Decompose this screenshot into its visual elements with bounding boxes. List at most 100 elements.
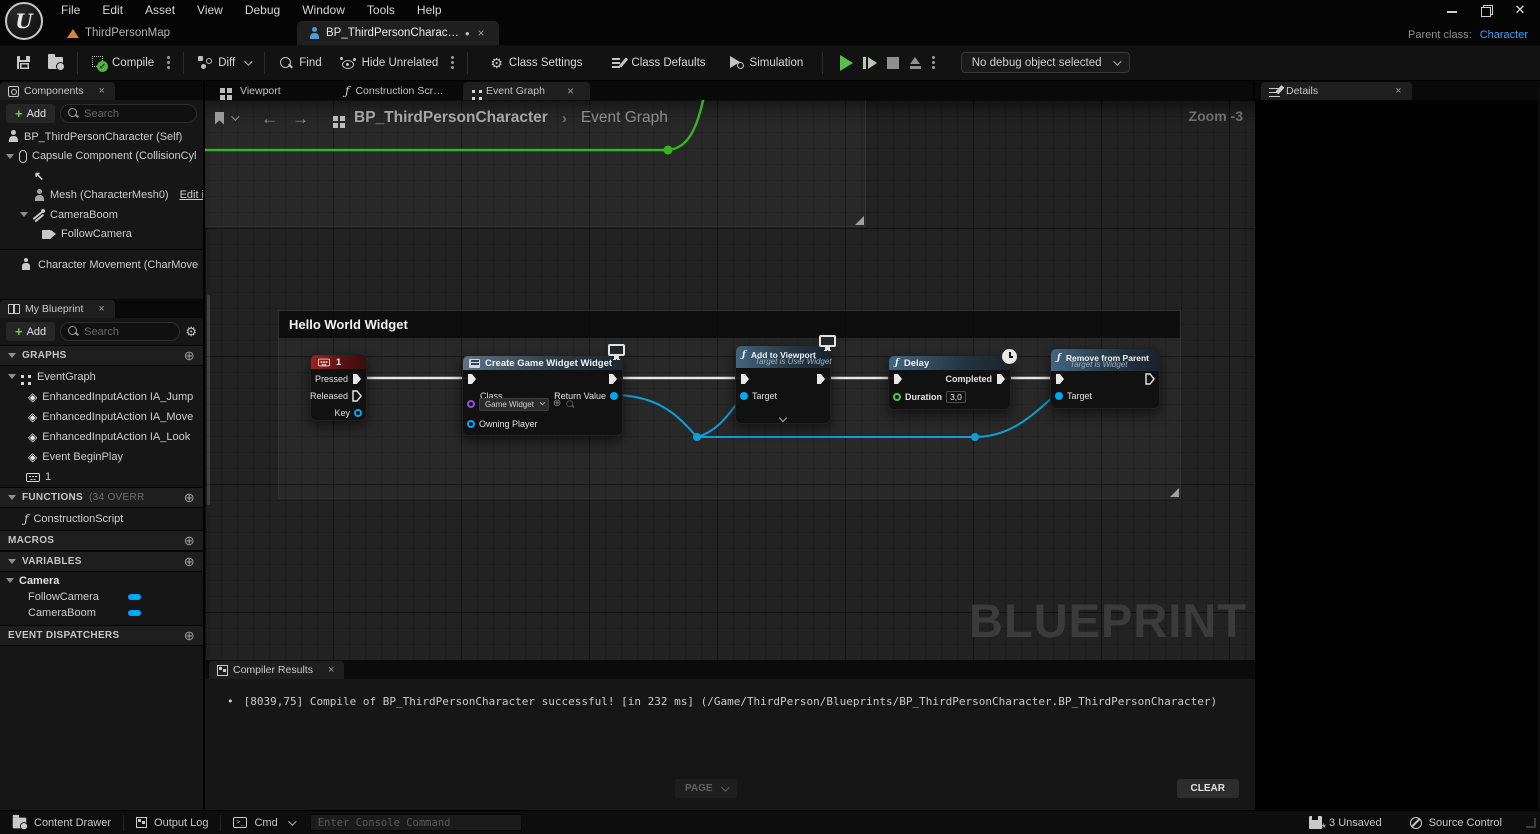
pin-exec-out[interactable]: [816, 373, 826, 385]
tab-bp-thirdpersoncharacter[interactable]: BP_ThirdPersonCharac… • ×: [297, 21, 499, 45]
add-variable-icon[interactable]: ⊕: [184, 554, 195, 570]
tree-row-arrow[interactable]: ↖: [0, 166, 203, 186]
diff-button[interactable]: Diff: [191, 51, 257, 74]
clear-button[interactable]: CLEAR: [1177, 779, 1239, 798]
tab-compiler-results[interactable]: Compiler Results ×: [209, 661, 344, 679]
pin-duration[interactable]: Duration 3,0: [893, 391, 966, 403]
pin-exec-in[interactable]: [740, 373, 750, 385]
tab-thirdpersonmap[interactable]: ThirdPersonMap: [55, 21, 182, 45]
debug-object-select[interactable]: No debug object selected: [961, 52, 1130, 73]
hide-unrelated-options-icon[interactable]: [451, 54, 454, 71]
node-remove-from-parent[interactable]: ƒ Remove from Parent Target is Widget Ta…: [1050, 348, 1160, 409]
menu-view[interactable]: View: [186, 0, 234, 20]
class-settings-button[interactable]: ⚙ Class Settings: [483, 51, 589, 75]
play-options-icon[interactable]: [932, 54, 935, 71]
tree-row-ia-look[interactable]: ◈ EnhancedInputAction IA_Look: [0, 427, 203, 447]
menu-file[interactable]: File: [50, 0, 91, 20]
class-defaults-button[interactable]: Class Defaults: [605, 51, 712, 74]
graph-scrollbar[interactable]: [207, 295, 210, 505]
expand-arrow-icon[interactable]: [6, 154, 14, 159]
dispatchers-section-header[interactable]: EVENT DISPATCHERS ⊕: [0, 625, 203, 646]
compile-button[interactable]: ✓ Compile: [85, 51, 161, 75]
components-search[interactable]: [60, 104, 197, 123]
tree-row-cameraboom[interactable]: CameraBoom: [0, 205, 203, 225]
tree-row-followcamera[interactable]: FollowCamera: [0, 225, 203, 245]
filter-gear-icon[interactable]: ⚙: [185, 325, 197, 339]
tree-row-beginplay[interactable]: ◈ Event BeginPlay: [0, 447, 203, 467]
node-delay[interactable]: ƒ Delay Completed Duration 3,0: [888, 355, 1011, 410]
breadcrumb-root[interactable]: BP_ThirdPersonCharacter: [354, 109, 548, 127]
restore-icon[interactable]: [1480, 4, 1492, 16]
console-command-input[interactable]: [318, 817, 514, 829]
simulation-button[interactable]: Simulation: [723, 51, 811, 74]
components-search-input[interactable]: [84, 108, 189, 120]
collapse-arrow-icon[interactable]: [8, 559, 16, 564]
my-blueprint-search[interactable]: [60, 322, 180, 341]
add-component-button[interactable]: +Add: [6, 104, 55, 123]
reroute-node-blue[interactable]: [971, 433, 979, 441]
cmd-dropdown[interactable]: >_ Cmd: [221, 811, 305, 834]
pin-class[interactable]: [467, 398, 475, 410]
menu-tools[interactable]: Tools: [356, 0, 406, 20]
output-log-button[interactable]: Output Log: [124, 811, 220, 834]
pin-exec-out[interactable]: [1145, 373, 1155, 385]
add-function-icon[interactable]: ⊕: [184, 490, 195, 506]
minimize-icon[interactable]: [1446, 4, 1458, 16]
find-button[interactable]: Find: [272, 51, 328, 75]
stop-icon[interactable]: [887, 57, 899, 69]
variable-followcamera[interactable]: FollowCamera: [0, 589, 203, 605]
node-header[interactable]: ƒ Delay: [889, 356, 1010, 370]
pin-exec-in[interactable]: [467, 373, 477, 385]
pin-owning-player[interactable]: Owning Player: [467, 418, 538, 430]
close-icon[interactable]: ×: [97, 85, 107, 97]
node-header[interactable]: Create Game Widget Widget: [463, 356, 622, 370]
node-header[interactable]: 1: [311, 355, 366, 369]
collapse-arrow-icon[interactable]: [8, 353, 16, 358]
bookmark-button[interactable]: [215, 112, 237, 125]
expand-arrow-icon[interactable]: [20, 212, 28, 217]
tree-row-charmovement[interactable]: Character Movement (CharMove: [0, 255, 203, 275]
node-add-to-viewport[interactable]: ƒ Add to Viewport Target is User Widget …: [735, 345, 831, 424]
my-blueprint-search-input[interactable]: [84, 326, 172, 338]
variable-category-camera[interactable]: Camera: [0, 572, 203, 589]
graphs-section-header[interactable]: GRAPHS ⊕: [0, 345, 203, 366]
tree-row-ia-jump[interactable]: ◈ EnhancedInputAction IA_Jump: [0, 387, 203, 407]
close-tab-icon[interactable]: ×: [476, 26, 487, 40]
node-header[interactable]: ƒ Add to Viewport Target is User Widget: [736, 346, 830, 368]
node-create-widget[interactable]: Create Game Widget Widget Class: [462, 355, 623, 436]
nav-back-icon[interactable]: ←: [261, 110, 278, 127]
pin-return-value[interactable]: Return Value: [554, 390, 618, 402]
add-dispatcher-icon[interactable]: ⊕: [184, 628, 195, 644]
tree-row-mesh[interactable]: Mesh (CharacterMesh0) Edit i: [0, 186, 203, 206]
collapse-arrow-icon[interactable]: [8, 495, 16, 500]
tree-row-capsule[interactable]: Capsule Component (CollisionCyl: [0, 147, 203, 167]
play-icon[interactable]: [840, 55, 853, 71]
pin-released[interactable]: Released: [310, 390, 362, 402]
add-macro-icon[interactable]: ⊕: [184, 533, 195, 549]
eject-icon[interactable]: [909, 57, 922, 69]
parent-class-link[interactable]: Character: [1480, 29, 1528, 41]
tab-my-blueprint[interactable]: My Blueprint ×: [0, 300, 115, 318]
menu-help[interactable]: Help: [406, 0, 453, 20]
hide-unrelated-button[interactable]: Hide Unrelated: [333, 52, 446, 74]
node-header[interactable]: ƒ Remove from Parent Target is Widget: [1051, 349, 1159, 371]
variables-section-header[interactable]: VARIABLES ⊕: [0, 551, 203, 572]
browse-button[interactable]: [41, 52, 70, 74]
pin-exec-in[interactable]: [893, 373, 903, 385]
tree-row-constructionscript[interactable]: ƒ ConstructionScript: [0, 508, 203, 530]
pin-exec-in[interactable]: [1055, 373, 1065, 385]
tab-event-graph[interactable]: Event Graph ×: [463, 82, 590, 100]
close-icon[interactable]: ×: [565, 84, 576, 98]
collapse-arrow-icon[interactable]: [6, 578, 14, 583]
frame-skip-icon[interactable]: [863, 57, 877, 69]
event-graph-canvas[interactable]: ← → BP_ThirdPersonCharacter › Event Grap…: [205, 100, 1255, 660]
content-drawer-button[interactable]: Content Drawer: [0, 811, 123, 834]
pin-exec-out[interactable]: [608, 373, 618, 385]
macros-section-header[interactable]: MACROS ⊕: [0, 530, 203, 551]
duration-value-field[interactable]: 3,0: [946, 391, 966, 403]
page-dropdown[interactable]: PAGE: [675, 779, 737, 798]
reroute-node-green[interactable]: [664, 146, 673, 155]
tree-row-self[interactable]: BP_ThirdPersonCharacter (Self): [0, 127, 203, 147]
tab-details[interactable]: Details ×: [1261, 82, 1412, 100]
edit-in-link[interactable]: Edit i: [180, 189, 203, 201]
